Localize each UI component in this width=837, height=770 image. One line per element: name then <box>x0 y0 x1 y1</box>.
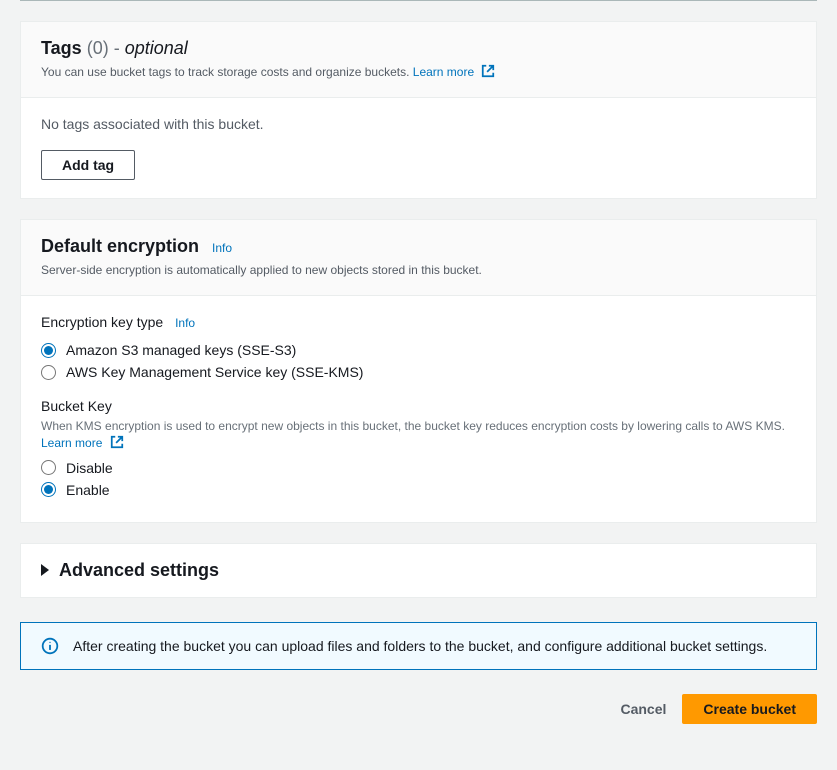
caret-right-icon <box>41 564 49 576</box>
footer-actions: Cancel Create bucket <box>20 694 817 724</box>
cancel-button[interactable]: Cancel <box>620 701 666 717</box>
bucket-key-learn-more-text: Learn more <box>41 436 106 450</box>
radio-row-bk-disable: Disable <box>41 460 796 476</box>
radio-label-bk-enable[interactable]: Enable <box>66 482 110 498</box>
external-link-icon <box>481 64 495 78</box>
radio-row-bk-enable: Enable <box>41 482 796 498</box>
radio-sse-s3[interactable] <box>41 343 56 358</box>
tags-learn-more-link[interactable]: Learn more <box>413 65 496 79</box>
tags-empty-message: No tags associated with this bucket. <box>41 116 796 132</box>
info-alert-text: After creating the bucket you can upload… <box>73 638 767 654</box>
bucket-key-desc-text: When KMS encryption is used to encrypt n… <box>41 419 785 433</box>
bucket-key-radios: Disable Enable <box>41 460 796 498</box>
radio-label-sse-s3[interactable]: Amazon S3 managed keys (SSE-S3) <box>66 342 296 358</box>
encryption-key-type-label: Encryption key type <box>41 314 163 330</box>
encryption-subtitle: Server-side encryption is automatically … <box>41 261 796 279</box>
encryption-title: Default encryption <box>41 236 199 256</box>
radio-row-sse-kms: AWS Key Management Service key (SSE-KMS) <box>41 364 796 380</box>
radio-label-bk-disable[interactable]: Disable <box>66 460 113 476</box>
tags-learn-more-text: Learn more <box>413 65 478 79</box>
encryption-body: Encryption key type Info Amazon S3 manag… <box>21 296 816 522</box>
encryption-key-type-radios: Amazon S3 managed keys (SSE-S3) AWS Key … <box>41 342 796 380</box>
tags-subtitle-text: You can use bucket tags to track storage… <box>41 65 413 79</box>
radio-sse-kms[interactable] <box>41 365 56 380</box>
tags-title-text: Tags <box>41 38 82 58</box>
tags-count: (0) <box>87 38 109 58</box>
tags-panel: Tags (0) - optional You can use bucket t… <box>20 21 817 199</box>
encryption-info-link[interactable]: Info <box>212 241 232 255</box>
encryption-panel: Default encryption Info Server-side encr… <box>20 219 817 523</box>
encryption-title-row: Default encryption Info <box>41 236 232 256</box>
top-divider <box>20 0 817 1</box>
tags-body: No tags associated with this bucket. Add… <box>21 98 816 198</box>
bucket-key-learn-more-link[interactable]: Learn more <box>41 436 124 450</box>
encryption-header: Default encryption Info Server-side encr… <box>21 220 816 296</box>
tags-optional: optional <box>125 38 188 58</box>
create-bucket-button[interactable]: Create bucket <box>682 694 817 724</box>
tags-subtitle: You can use bucket tags to track storage… <box>41 63 796 81</box>
radio-bk-enable[interactable] <box>41 482 56 497</box>
tags-optional-sep: - <box>114 38 125 58</box>
advanced-settings-title-row: Advanced settings <box>41 560 796 581</box>
encryption-key-type-info-link[interactable]: Info <box>175 316 195 330</box>
radio-bk-disable[interactable] <box>41 460 56 475</box>
info-alert: After creating the bucket you can upload… <box>20 622 817 670</box>
encryption-key-type-section: Encryption key type Info Amazon S3 manag… <box>41 314 796 380</box>
advanced-settings-toggle[interactable]: Advanced settings <box>20 543 817 598</box>
bucket-key-label: Bucket Key <box>41 398 112 414</box>
external-link-icon <box>110 435 124 449</box>
add-tag-button[interactable]: Add tag <box>41 150 135 180</box>
info-icon <box>41 637 59 655</box>
bucket-key-section: Bucket Key When KMS encryption is used t… <box>41 398 796 498</box>
bucket-key-desc: When KMS encryption is used to encrypt n… <box>41 418 796 452</box>
radio-label-sse-kms[interactable]: AWS Key Management Service key (SSE-KMS) <box>66 364 363 380</box>
tags-panel-header: Tags (0) - optional You can use bucket t… <box>21 22 816 98</box>
tags-title: Tags (0) - optional <box>41 38 188 58</box>
advanced-settings-title: Advanced settings <box>59 560 219 581</box>
radio-row-sse-s3: Amazon S3 managed keys (SSE-S3) <box>41 342 796 358</box>
